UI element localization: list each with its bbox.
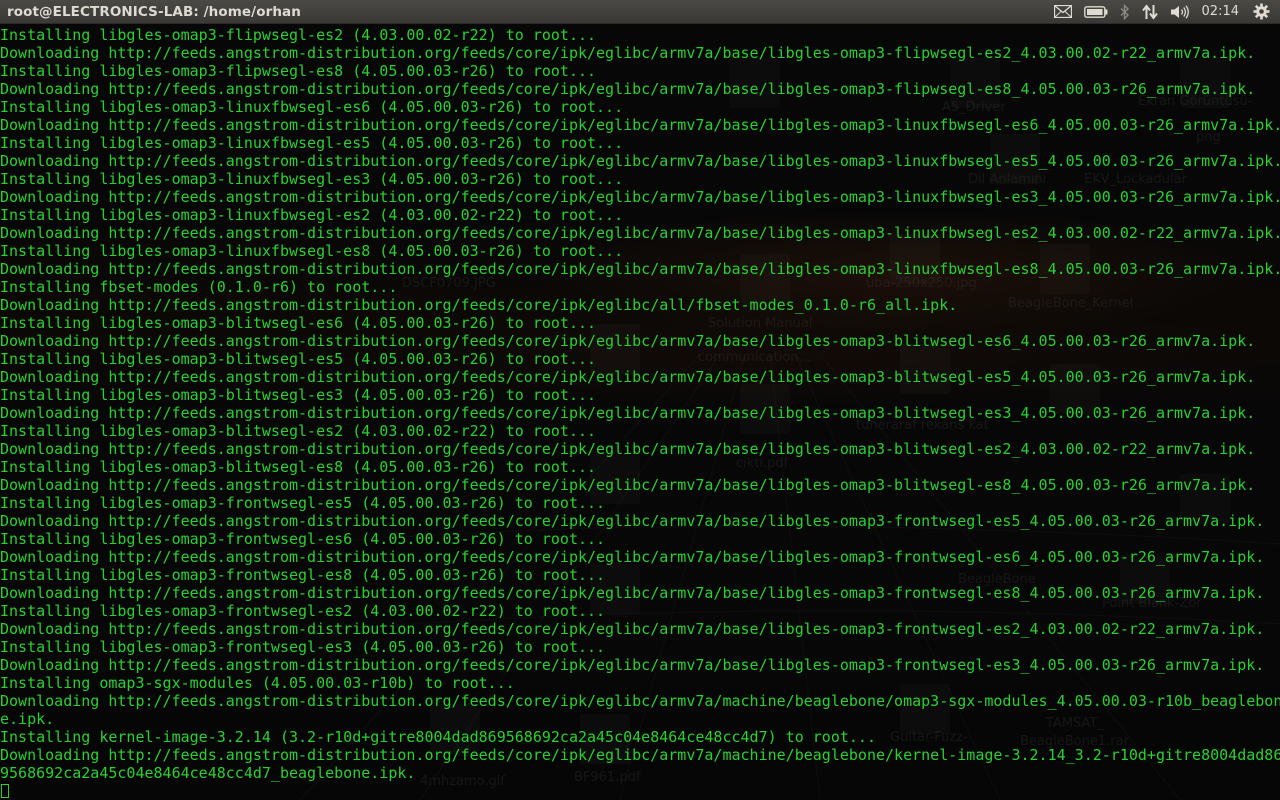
- terminal-line: Installing libgles-omap3-frontwsegl-es6 …: [0, 530, 606, 548]
- terminal-line: Downloading http://feeds.angstrom-distri…: [0, 404, 1256, 422]
- terminal-line: Installing libgles-omap3-linuxfbwsegl-es…: [0, 242, 624, 260]
- terminal-line: Installing libgles-omap3-frontwsegl-es2 …: [0, 602, 606, 620]
- terminal-line: Downloading http://feeds.angstrom-distri…: [0, 224, 1280, 242]
- volume-icon[interactable]: [1164, 0, 1196, 24]
- terminal-line: Downloading http://feeds.angstrom-distri…: [0, 332, 1256, 350]
- terminal-cursor: [1, 784, 9, 798]
- clock[interactable]: 02:14: [1196, 4, 1247, 19]
- terminal-output[interactable]: Installing libgles-omap3-flipwsegl-es2 (…: [0, 26, 1280, 782]
- terminal-line: Downloading http://feeds.angstrom-distri…: [0, 746, 1280, 764]
- terminal-line: Installing libgles-omap3-linuxfbwsegl-es…: [0, 206, 624, 224]
- terminal-line: Downloading http://feeds.angstrom-distri…: [0, 656, 1265, 674]
- bluetooth-icon[interactable]: [1114, 0, 1136, 24]
- terminal-line: Installing omap3-sgx-modules (4.05.00.03…: [0, 674, 515, 692]
- terminal-line: Downloading http://feeds.angstrom-distri…: [0, 80, 1256, 98]
- terminal-line: Installing libgles-omap3-blitwsegl-es6 (…: [0, 314, 597, 332]
- terminal-line: Installing libgles-omap3-frontwsegl-es8 …: [0, 566, 606, 584]
- terminal-line: Downloading http://feeds.angstrom-distri…: [0, 368, 1256, 386]
- terminal-line: 9568692ca2a45c04e8464ce48cc4d7_beaglebon…: [0, 764, 416, 782]
- terminal-line: Downloading http://feeds.angstrom-distri…: [0, 116, 1280, 134]
- top-panel: root@ELECTRONICS-LAB: /home/orhan 02:14: [0, 0, 1280, 24]
- terminal-line: Downloading http://feeds.angstrom-distri…: [0, 44, 1256, 62]
- terminal-line: Installing libgles-omap3-frontwsegl-es5 …: [0, 494, 606, 512]
- indicator-area: 02:14: [1048, 0, 1280, 24]
- terminal-line: Downloading http://feeds.angstrom-distri…: [0, 260, 1280, 278]
- terminal-line: Downloading http://feeds.angstrom-distri…: [0, 692, 1280, 710]
- terminal-line: Installing libgles-omap3-blitwsegl-es5 (…: [0, 350, 597, 368]
- terminal-line: Downloading http://feeds.angstrom-distri…: [0, 584, 1265, 602]
- terminal-line: Installing fbset-modes (0.1.0-r6) to roo…: [0, 278, 398, 296]
- terminal-line: Downloading http://feeds.angstrom-distri…: [0, 188, 1280, 206]
- terminal-line: Installing libgles-omap3-linuxfbwsegl-es…: [0, 98, 624, 116]
- battery-icon[interactable]: [1078, 0, 1114, 24]
- network-icon[interactable]: [1136, 0, 1164, 24]
- terminal-line: Downloading http://feeds.angstrom-distri…: [0, 548, 1265, 566]
- terminal-window[interactable]: A5_Driver Ekran Görüntüsü- png Dil Anlam…: [0, 24, 1280, 800]
- terminal-line: e.ipk.: [0, 710, 55, 728]
- terminal-line: Installing libgles-omap3-frontwsegl-es3 …: [0, 638, 606, 656]
- terminal-line: Installing libgles-omap3-flipwsegl-es2 (…: [0, 26, 597, 44]
- terminal-line: Installing libgles-omap3-blitwsegl-es3 (…: [0, 386, 597, 404]
- terminal-line: Downloading http://feeds.angstrom-distri…: [0, 512, 1265, 530]
- terminal-line: Downloading http://feeds.angstrom-distri…: [0, 296, 958, 314]
- terminal-line: Downloading http://feeds.angstrom-distri…: [0, 152, 1280, 170]
- terminal-line: Installing kernel-image-3.2.14 (3.2-r10d…: [0, 728, 876, 746]
- terminal-line: Downloading http://feeds.angstrom-distri…: [0, 440, 1256, 458]
- gear-icon[interactable]: [1247, 0, 1276, 24]
- window-title: root@ELECTRONICS-LAB: /home/orhan: [7, 3, 301, 20]
- terminal-line: Installing libgles-omap3-flipwsegl-es8 (…: [0, 62, 597, 80]
- terminal-line: Downloading http://feeds.angstrom-distri…: [0, 476, 1256, 494]
- terminal-line: Installing libgles-omap3-linuxfbwsegl-es…: [0, 170, 624, 188]
- terminal-line: Installing libgles-omap3-blitwsegl-es2 (…: [0, 422, 597, 440]
- terminal-line: Installing libgles-omap3-blitwsegl-es8 (…: [0, 458, 597, 476]
- terminal-line: Installing libgles-omap3-linuxfbwsegl-es…: [0, 134, 624, 152]
- terminal-line: Downloading http://feeds.angstrom-distri…: [0, 620, 1265, 638]
- mail-icon[interactable]: [1048, 0, 1078, 24]
